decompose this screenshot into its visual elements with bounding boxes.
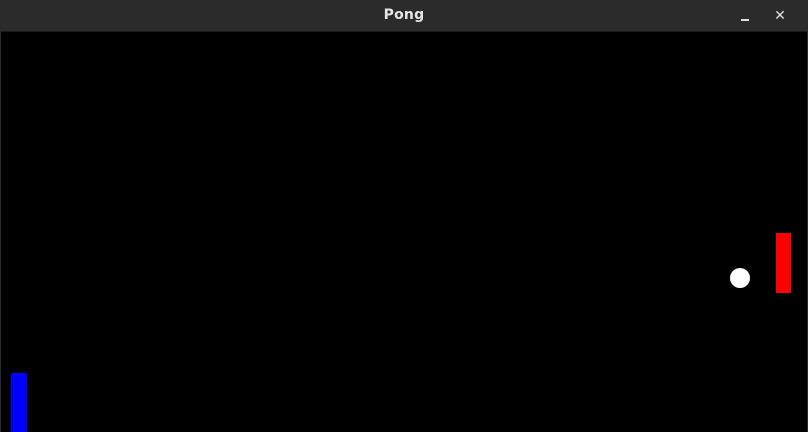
title-bar[interactable]: Pong ✕ <box>1 1 807 32</box>
minimize-icon <box>741 19 749 21</box>
ball <box>730 268 750 288</box>
minimize-button[interactable] <box>735 6 755 26</box>
window-title: Pong <box>383 7 425 23</box>
pong-window: Pong ✕ <box>0 0 808 432</box>
close-icon: ✕ <box>774 8 786 24</box>
right-paddle <box>776 233 791 293</box>
close-button[interactable]: ✕ <box>770 6 790 26</box>
game-canvas[interactable] <box>1 32 807 432</box>
left-paddle <box>11 373 27 432</box>
